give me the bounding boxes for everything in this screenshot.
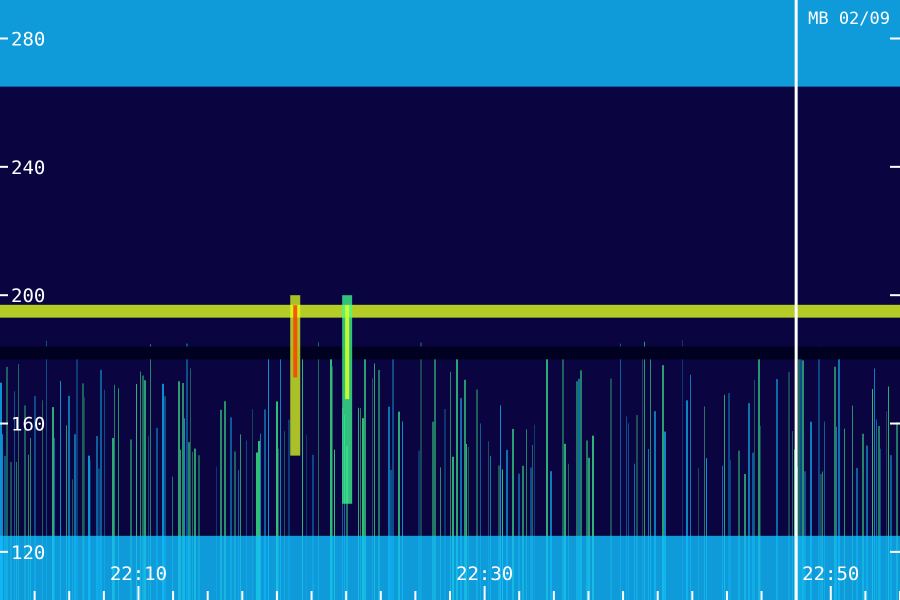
station-label: MB 02/09	[808, 9, 890, 29]
y-tick-label: 280	[11, 29, 45, 51]
spectral-band	[0, 346, 900, 360]
signal-burst-core	[345, 305, 350, 400]
signal-burst-core	[293, 305, 298, 378]
x-tick-label: 22:50	[802, 563, 859, 585]
spectral-band	[0, 304, 900, 318]
y-tick-label: 160	[11, 414, 45, 436]
x-tick-label: 22:10	[110, 563, 167, 585]
y-tick-label: 200	[11, 285, 45, 307]
y-tick-label: 240	[11, 157, 45, 179]
spectral-band	[0, 0, 900, 87]
y-tick-label: 120	[11, 542, 45, 564]
spectrogram-chart: 280 240 200 160 120 22:10 22:30 22:50 MB 02/09	[0, 0, 900, 600]
x-tick-label: 22:30	[456, 563, 513, 585]
